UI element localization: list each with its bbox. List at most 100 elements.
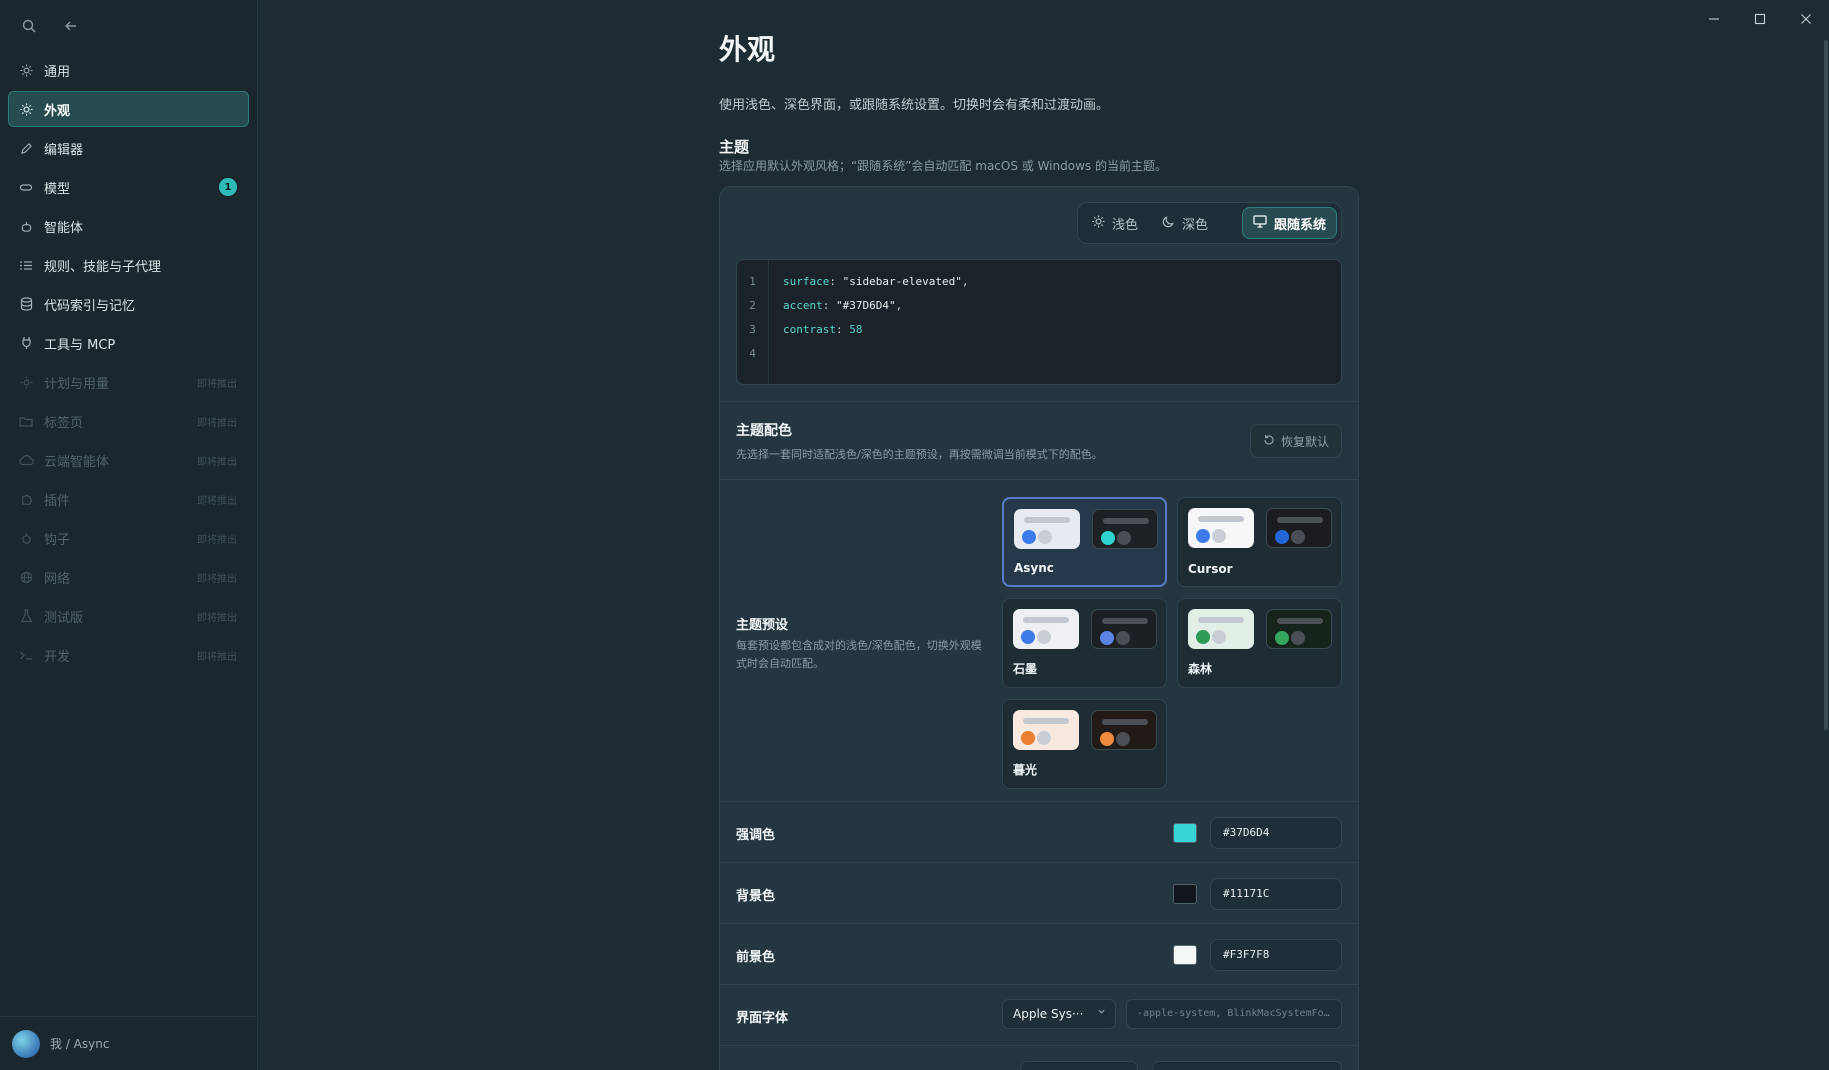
coming-soon-tag: 即将推出 (197, 612, 237, 624)
sidebar-item-7[interactable]: 工具与 MCP (8, 325, 249, 361)
sidebar-item-0[interactable]: 通用 (8, 52, 249, 88)
theme-option-system[interactable]: 跟随系统 (1241, 207, 1337, 239)
sidebar-item-10: 云端智能体 即将推出 (8, 442, 249, 478)
code-value: "#37D6D4" (836, 299, 896, 312)
code-gutter: 1 2 3 4 (737, 260, 769, 384)
dark-preview-swatch (1092, 509, 1158, 549)
secondary-dot (1117, 531, 1131, 545)
next-row-select[interactable] (1020, 1061, 1138, 1070)
sidebar-item-1[interactable]: 外观 (8, 91, 249, 127)
sidebar-nav: 通用外观 编辑器 模型 1 智能体规则、技能与子代理代码索引与记忆工具与 MCP 计划与用… (0, 52, 257, 673)
sidebar-item-label: 云端智能体 (44, 454, 110, 470)
maximize-icon[interactable] (1737, 8, 1783, 30)
sidebar-item-6[interactable]: 代码索引与记忆 (8, 286, 249, 322)
page-scrollbar[interactable] (1823, 40, 1829, 730)
sidebar-item-label: 规则、技能与子代理 (44, 259, 162, 275)
divider (720, 1045, 1358, 1046)
gauge-icon (18, 374, 34, 390)
preset-card[interactable]: 暮光 (1002, 699, 1167, 789)
sun-icon (18, 101, 34, 117)
secondary-dot (1291, 530, 1305, 544)
theme-mode-toggle: 浅色 深色 跟随系统 (1077, 202, 1342, 244)
ui-font-stack-input[interactable]: -apple-system, BlinkMacSystemFo… (1126, 999, 1342, 1029)
code-key: surface (783, 275, 830, 288)
foreground-color-swatch[interactable] (1173, 945, 1197, 965)
chevron-down-icon (1097, 1000, 1106, 1028)
sidebar-item-label: 通用 (44, 64, 71, 80)
code-trail: , (895, 299, 903, 312)
preset-card[interactable]: Async (1002, 497, 1167, 587)
close-icon[interactable] (1783, 8, 1829, 30)
secondary-dot (1212, 630, 1226, 644)
line-number: 2 (749, 299, 756, 312)
avatar[interactable] (12, 1029, 40, 1058)
code-lines: surface: "sidebar-elevated", accent: "#3… (769, 260, 968, 384)
preset-card[interactable]: 森林 (1177, 598, 1342, 688)
coming-soon-tag: 即将推出 (197, 417, 237, 429)
background-color-label: 背景色 (736, 889, 776, 904)
foreground-color-label: 前景色 (736, 950, 776, 965)
sidebar-toolbar (0, 0, 257, 52)
light-preview-swatch (1014, 509, 1080, 549)
pencil-icon (18, 140, 34, 156)
list-icon (18, 257, 34, 273)
sidebar-item-8: 计划与用量 即将推出 (8, 364, 249, 400)
accent-color-swatch[interactable] (1173, 823, 1197, 843)
sidebar-item-label: 网络 (44, 571, 71, 587)
divider (720, 984, 1358, 985)
dark-preview-swatch (1091, 710, 1157, 750)
ui-font-select[interactable]: Apple Sys··· (1002, 999, 1116, 1029)
monitor-icon (1253, 214, 1267, 232)
user-label: 我 / Async (50, 1037, 110, 1051)
preset-name: 暮光 (1013, 763, 1038, 777)
preset-card[interactable]: 石墨 (1002, 598, 1167, 688)
preset-label: 主题预设 (736, 618, 789, 633)
user-footer[interactable]: 我 / Async (0, 1016, 257, 1070)
divider (720, 862, 1358, 863)
background-color-swatch[interactable] (1173, 884, 1197, 904)
sidebar-item-4[interactable]: 智能体 (8, 208, 249, 244)
theme-option-light[interactable]: 浅色 (1082, 207, 1148, 239)
coming-soon-tag: 即将推出 (197, 573, 237, 585)
theme-option-label: 跟随系统 (1273, 217, 1326, 233)
secondary-dot (1116, 732, 1130, 746)
background-color-input[interactable]: #11171C (1210, 878, 1342, 910)
sun-icon (18, 62, 34, 78)
foreground-color-input[interactable]: #F3F7F8 (1210, 939, 1342, 971)
terminal-icon (18, 647, 34, 663)
preview-bar (1277, 618, 1323, 624)
page-description: 使用浅色、深色界面，或跟随系统设置。切换时会有柔和过渡动画。 (719, 98, 1110, 113)
moon-icon (1162, 215, 1175, 232)
accent-color-input[interactable]: #37D6D4 (1210, 817, 1342, 849)
back-arrow-icon[interactable] (62, 17, 80, 35)
sidebar-item-11: 插件 即将推出 (8, 481, 249, 517)
globe-icon (18, 569, 34, 585)
light-preview-swatch (1013, 710, 1079, 750)
palette-title: 主题配色 (736, 423, 792, 439)
database-icon (18, 296, 34, 312)
sidebar-item-13: 网络 即将推出 (8, 559, 249, 595)
secondary-dot (1037, 731, 1051, 745)
minimize-icon[interactable] (1691, 8, 1737, 30)
preset-card[interactable]: Cursor (1177, 497, 1342, 587)
sidebar-item-5[interactable]: 规则、技能与子代理 (8, 247, 249, 283)
appearance-card: 浅色 深色 跟随系统 1 2 3 4 surface: "sidebar-ele… (719, 186, 1359, 1070)
code-line: accent: "#37D6D4", (783, 298, 968, 322)
preset-name: Cursor (1188, 562, 1233, 576)
preview-bar (1024, 517, 1070, 523)
theme-option-dark[interactable]: 深色 (1152, 207, 1218, 239)
accent-dot (1101, 531, 1115, 545)
sidebar-item-3[interactable]: 模型 1 (8, 169, 249, 205)
next-row-input[interactable] (1152, 1061, 1342, 1070)
sidebar-item-label: 工具与 MCP (44, 337, 116, 353)
search-icon[interactable] (20, 17, 38, 35)
hook-icon (18, 530, 34, 546)
sidebar-item-label: 智能体 (44, 220, 84, 236)
reset-default-button[interactable]: 恢复默认 (1250, 424, 1342, 458)
accent-dot (1100, 732, 1114, 746)
ui-font-label: 界面字体 (736, 1011, 789, 1026)
theme-option-label: 深色 (1182, 217, 1209, 233)
sidebar-item-2[interactable]: 编辑器 (8, 130, 249, 166)
preview-bar (1277, 517, 1323, 523)
scrollbar-thumb[interactable] (1824, 40, 1828, 730)
